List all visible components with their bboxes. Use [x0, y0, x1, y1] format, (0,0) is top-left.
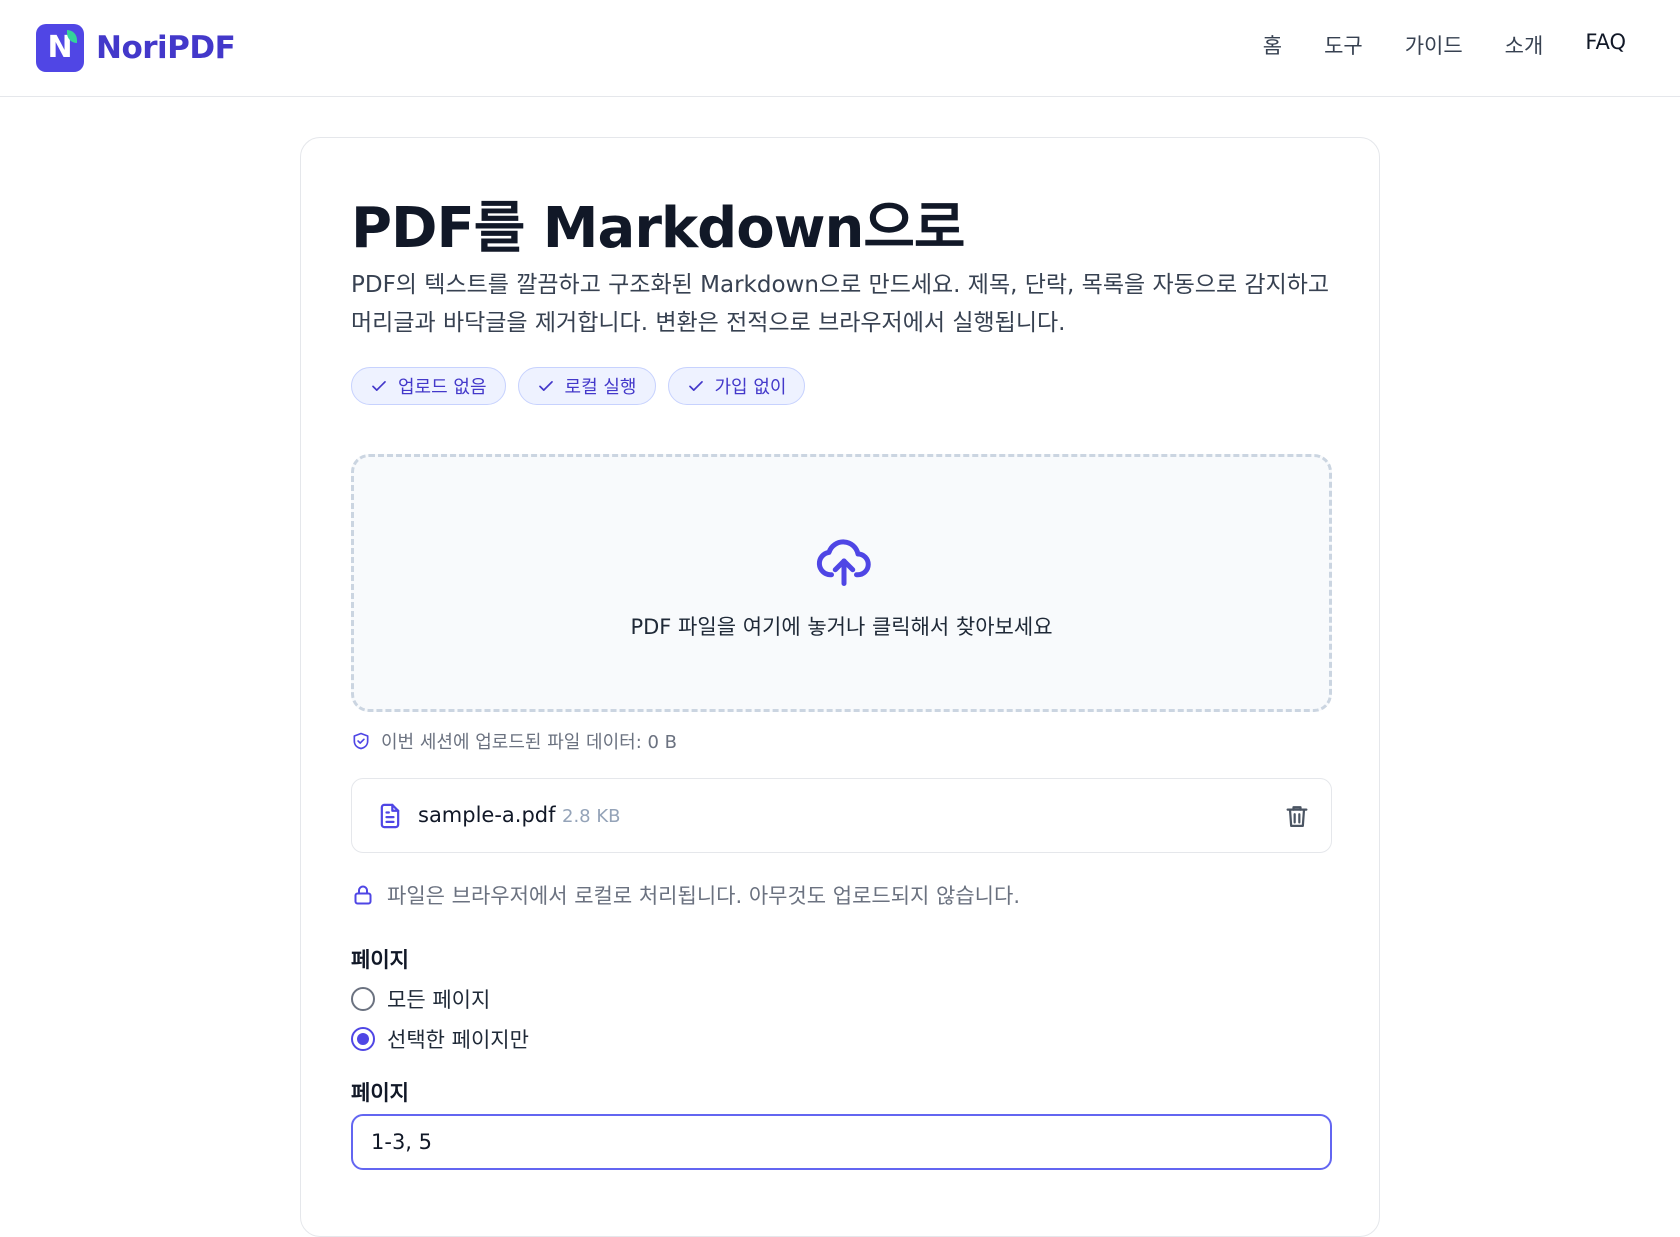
check-icon	[538, 381, 553, 391]
chip-label: 로컬 실행	[564, 377, 637, 398]
nav-about[interactable]: 소개	[1505, 30, 1544, 60]
radio-selected-pages-label: 선택한 페이지만	[387, 1028, 529, 1052]
feature-chips: 업로드 없음 로컬 실행 가입 없이	[351, 367, 817, 405]
chip-label: 업로드 없음	[398, 377, 487, 398]
chip-no-upload: 업로드 없음	[351, 367, 506, 405]
radio-selected-pages[interactable]: 선택한 페이지만	[351, 1024, 529, 1054]
radio-all-pages-control[interactable]	[351, 987, 375, 1011]
file-text-icon	[380, 803, 400, 829]
file-item: sample-a.pdf 2.8 KB	[351, 778, 1332, 853]
pdf-dropzone[interactable]: PDF 파일을 여기에 놓거나 클릭해서 찾아보세요	[351, 454, 1332, 712]
page-title: PDF를 Markdown으로	[351, 196, 965, 261]
session-info: 이번 세션에 업로드된 파일 데이터: 0 B	[351, 728, 677, 754]
cloud-upload-icon	[816, 539, 871, 586]
session-info-text: 이번 세션에 업로드된 파일 데이터: 0 B	[381, 732, 678, 753]
nav-faq[interactable]: FAQ	[1585, 30, 1626, 60]
radio-all-pages-label: 모든 페이지	[387, 988, 491, 1012]
nav-tools[interactable]: 도구	[1324, 30, 1363, 60]
shield-check-icon	[353, 732, 369, 750]
main-nav: 홈 도구 가이드 소개 FAQ	[1263, 30, 1626, 60]
check-icon	[372, 381, 386, 391]
chip-no-signup: 가입 없이	[667, 367, 806, 405]
logo: N	[36, 24, 84, 72]
local-processing-note: 파일은 브라우저에서 로컬로 처리됩니다. 아무것도 업로드되지 않습니다.	[351, 880, 1020, 910]
radio-all-pages[interactable]: 모든 페이지	[351, 984, 490, 1014]
radio-selected-pages-control[interactable]	[351, 1027, 375, 1051]
brand-name: NoriPDF	[96, 30, 236, 66]
nav-guide[interactable]: 가이드	[1405, 30, 1463, 60]
file-name: sample-a.pdf	[418, 803, 556, 827]
chip-label: 가입 없이	[714, 377, 787, 398]
local-note-text: 파일은 브라우저에서 로컬로 처리됩니다. 아무것도 업로드되지 않습니다.	[387, 884, 1020, 908]
dropzone-text: PDF 파일을 여기에 놓거나 클릭해서 찾아보세요	[630, 615, 1053, 639]
trash-icon[interactable]	[1283, 802, 1311, 830]
tool-card: PDF를 Markdown으로 PDF의 텍스트를 깔끔하고 구조화된 Mark…	[300, 137, 1380, 1237]
chip-local-run: 로컬 실행	[517, 367, 656, 405]
top-header: N NoriPDF 홈 도구 가이드 소개 FAQ	[0, 0, 1680, 97]
pages-section-label: 페이지	[351, 948, 409, 972]
pages-input[interactable]	[351, 1114, 1332, 1170]
page-description: PDF의 텍스트를 깔끔하고 구조화된 Markdown으로 만드세요. 제목,…	[351, 272, 1330, 336]
nav-home[interactable]: 홈	[1263, 30, 1282, 60]
brand[interactable]: N NoriPDF	[36, 24, 236, 72]
file-size: 2.8 KB	[562, 806, 621, 827]
check-icon	[688, 381, 703, 391]
lock-icon	[354, 885, 372, 905]
pages-input-label: 페이지	[351, 1081, 409, 1105]
